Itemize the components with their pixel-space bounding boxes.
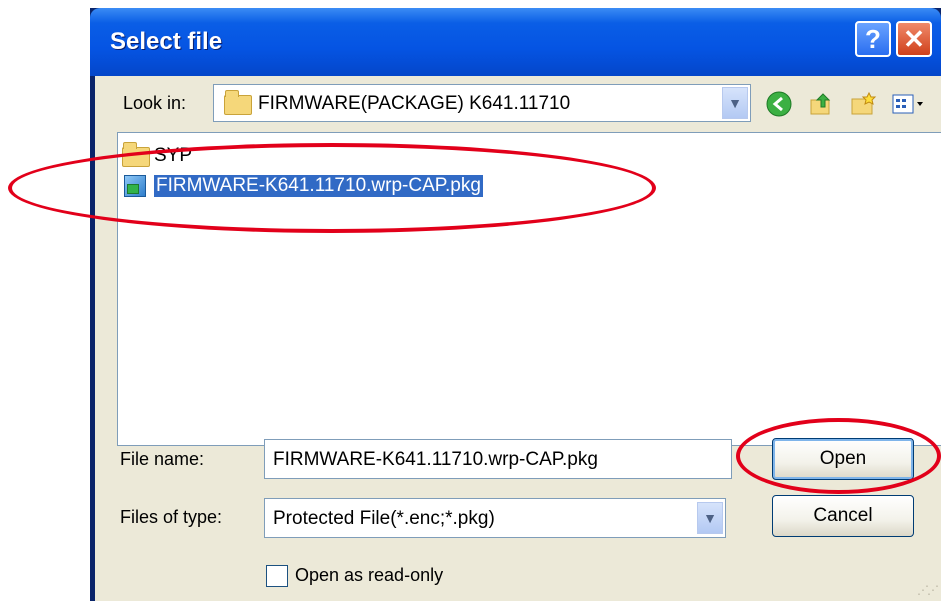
question-icon: ? — [865, 23, 881, 54]
readonly-label: Open as read-only — [295, 565, 444, 585]
file-type-select[interactable]: Protected File(*.enc;*.pkg) ▼ — [264, 498, 726, 538]
file-name-label: File name: — [120, 449, 205, 469]
chevron-down-icon[interactable]: ▼ — [697, 502, 723, 534]
chevron-down-icon[interactable]: ▼ — [722, 87, 748, 119]
up-folder-icon[interactable] — [807, 90, 835, 118]
cancel-button[interactable]: Cancel — [772, 495, 914, 537]
title-bar[interactable]: Select file ? ✕ — [90, 8, 941, 76]
select-file-dialog: Select file ? ✕ Look in: FIRMWARE(PACKAG… — [90, 8, 941, 601]
readonly-checkbox[interactable] — [266, 565, 288, 587]
annotation-ellipse-open — [736, 418, 941, 494]
annotation-ellipse-file — [8, 143, 656, 233]
folder-icon — [224, 90, 252, 115]
new-folder-icon[interactable] — [849, 90, 877, 118]
look-in-label: Look in: — [123, 93, 187, 113]
look-in-combo[interactable]: FIRMWARE(PACKAGE) K641.11710 ▼ — [213, 84, 751, 122]
window-title: Select file — [110, 28, 223, 55]
resize-grip-icon[interactable]: ⋰⋰ — [917, 583, 939, 597]
close-button[interactable]: ✕ — [896, 21, 932, 57]
file-type-value: Protected File(*.enc;*.pkg) — [273, 508, 495, 529]
back-icon[interactable] — [765, 90, 793, 118]
help-button[interactable]: ? — [855, 21, 891, 57]
close-icon: ✕ — [903, 23, 925, 54]
file-name-value: FIRMWARE-K641.11710.wrp-CAP.pkg — [273, 449, 598, 470]
file-type-label: Files of type: — [120, 507, 223, 527]
view-menu-icon[interactable] — [889, 90, 929, 118]
file-name-field[interactable]: FIRMWARE-K641.11710.wrp-CAP.pkg — [264, 439, 732, 479]
look-in-value: FIRMWARE(PACKAGE) K641.11710 — [258, 93, 571, 114]
